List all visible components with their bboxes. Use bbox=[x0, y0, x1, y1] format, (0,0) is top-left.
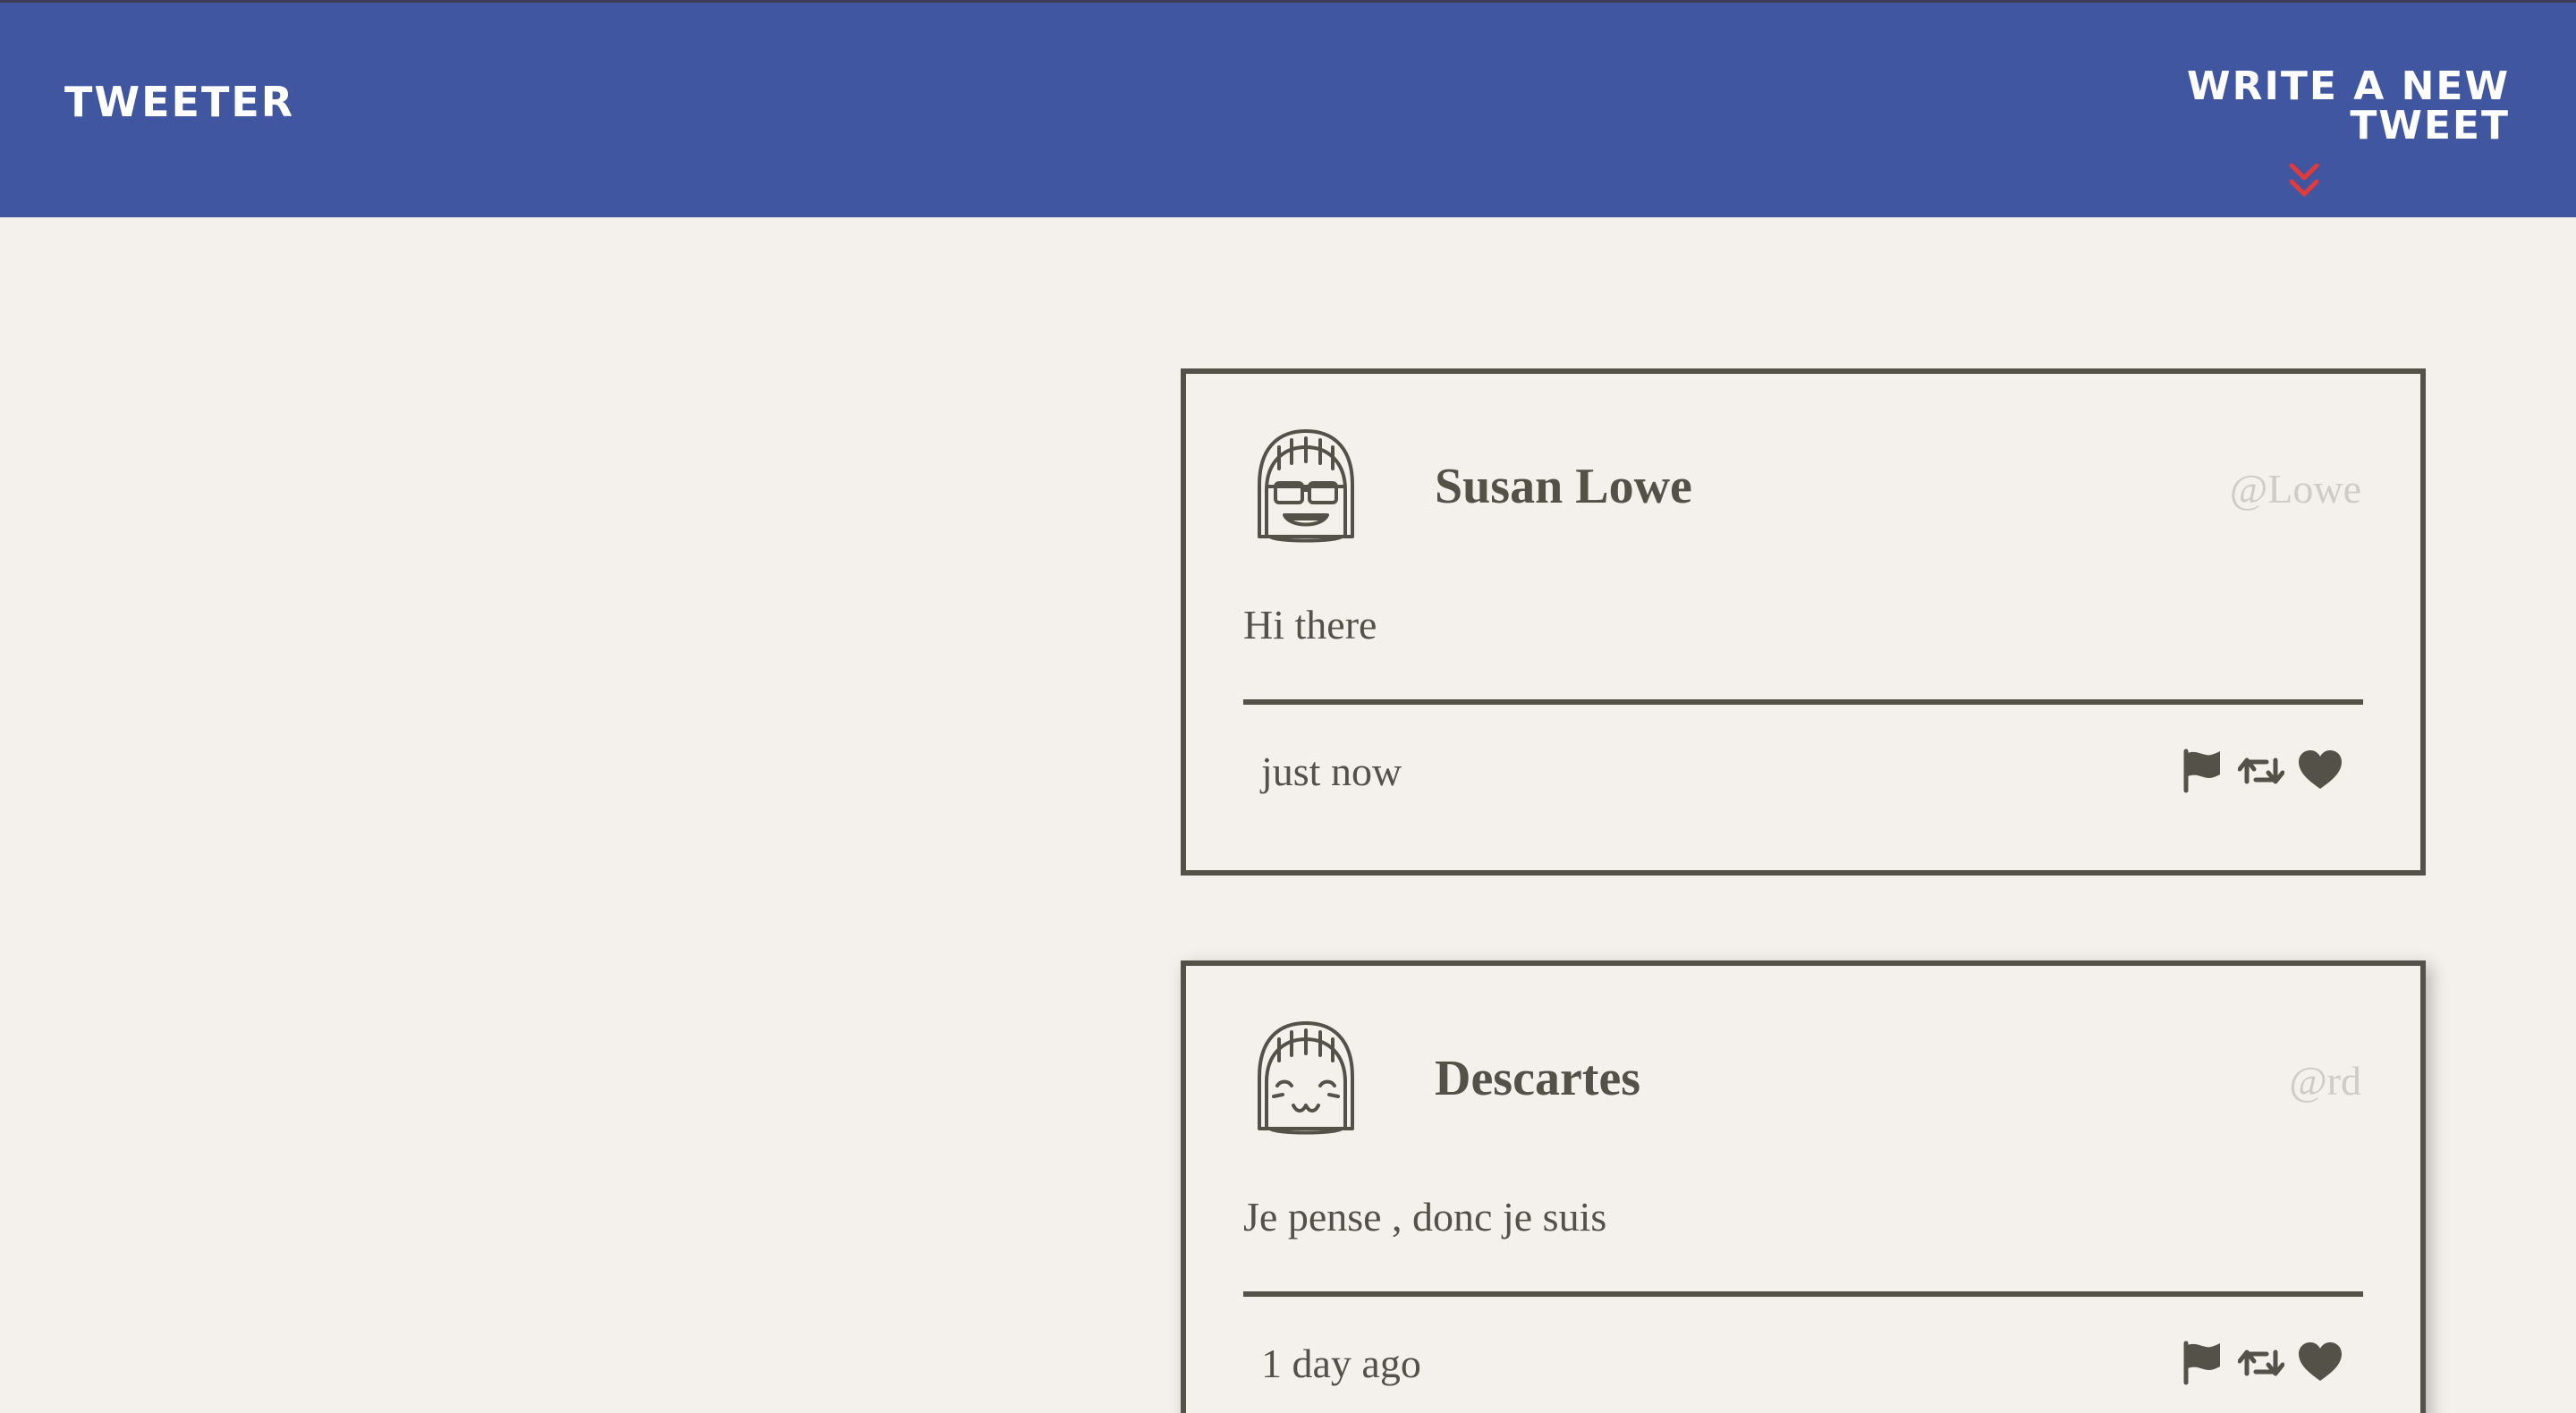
retweet-icon[interactable] bbox=[2238, 748, 2284, 794]
tweet-actions bbox=[2179, 1340, 2343, 1386]
write-new-tweet-label: WRITE A NEW TWEET bbox=[2187, 63, 2510, 148]
author-handle[interactable]: @Lowe bbox=[2230, 466, 2361, 512]
tweet-text: Je pense , donc je suis bbox=[1243, 1194, 1607, 1240]
retweet-icon[interactable] bbox=[2238, 1340, 2284, 1386]
top-nav: TWEETER WRITE A NEW TWEET bbox=[0, 0, 2576, 217]
tweet-header: Descartes @rd bbox=[1243, 1020, 2363, 1136]
write-new-tweet-button[interactable]: WRITE A NEW TWEET bbox=[2045, 63, 2510, 197]
heart-icon[interactable] bbox=[2297, 748, 2343, 794]
author-handle[interactable]: @rd bbox=[2289, 1058, 2361, 1104]
flag-icon[interactable] bbox=[2179, 748, 2225, 794]
tweet-timestamp: 1 day ago bbox=[1261, 1341, 1421, 1386]
brand-logo[interactable]: TWEETER bbox=[64, 81, 294, 123]
sunglasses-avatar-icon bbox=[1258, 429, 1354, 543]
tweet-timestamp: just now bbox=[1261, 749, 1402, 794]
tweet-actions bbox=[2179, 748, 2343, 794]
tweet-text: Hi there bbox=[1243, 602, 1377, 647]
heart-icon[interactable] bbox=[2297, 1340, 2343, 1386]
flag-icon[interactable] bbox=[2179, 1340, 2225, 1386]
double-chevron-down-icon[interactable] bbox=[2284, 160, 2324, 199]
author-name[interactable]: Descartes bbox=[1435, 1051, 1640, 1107]
tweet-header: Susan Lowe @Lowe bbox=[1243, 427, 2363, 544]
smiling-avatar-icon bbox=[1258, 1021, 1354, 1135]
tweet-card: Susan Lowe @Lowe Hi there just now bbox=[1181, 368, 2426, 876]
tweet-divider bbox=[1243, 699, 2363, 705]
author-name[interactable]: Susan Lowe bbox=[1435, 459, 1692, 515]
tweet-divider bbox=[1243, 1291, 2363, 1297]
tweet-card: Descartes @rd Je pense , donc je suis 1 … bbox=[1181, 960, 2426, 1413]
